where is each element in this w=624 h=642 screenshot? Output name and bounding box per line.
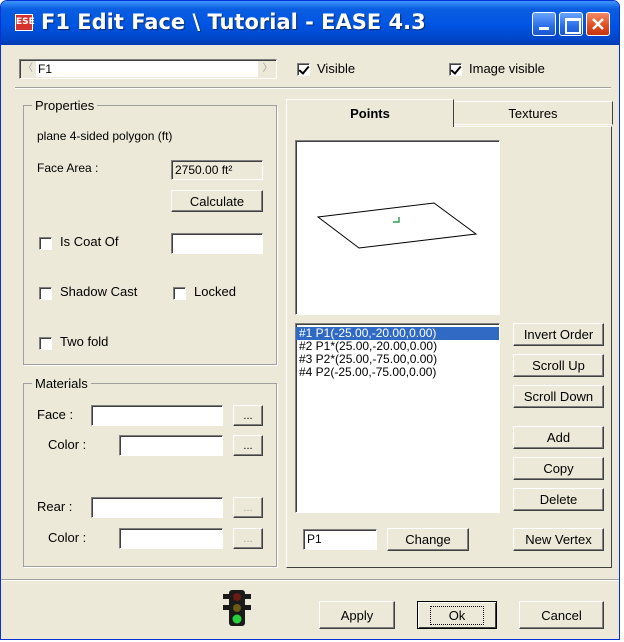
footer-separator bbox=[1, 579, 619, 581]
shadow-cast-checkbox[interactable] bbox=[39, 287, 52, 300]
shadow-cast-label: Shadow Cast bbox=[60, 284, 138, 299]
top-separator bbox=[15, 87, 611, 89]
delete-vertex-button[interactable]: Delete bbox=[513, 488, 604, 511]
rear-color-browse-button[interactable]: ... bbox=[233, 528, 263, 549]
traffic-light-icon bbox=[223, 588, 251, 628]
vertex-list-item[interactable]: #4 P2(-25.00,-75.00,0.00) bbox=[296, 366, 499, 379]
face-material-field[interactable] bbox=[91, 405, 223, 426]
is-coat-of-field[interactable] bbox=[171, 233, 263, 254]
edit-face-window: ESE F1 Edit Face \ Tutorial - EASE 4.3 〈… bbox=[0, 0, 620, 640]
close-icon bbox=[592, 18, 604, 30]
point-name-field[interactable]: P1 bbox=[303, 529, 377, 550]
face-name-field[interactable]: 〈 F1 〉 bbox=[19, 59, 277, 79]
title-bar[interactable]: ESE F1 Edit Face \ Tutorial - EASE 4.3 bbox=[1, 1, 619, 45]
two-fold-checkbox[interactable] bbox=[39, 337, 52, 350]
close-button[interactable] bbox=[586, 12, 610, 36]
calculate-button[interactable]: Calculate bbox=[171, 190, 263, 212]
scroll-up-button[interactable]: Scroll Up bbox=[513, 354, 604, 377]
chevron-right-icon: 〉 bbox=[262, 63, 273, 74]
face-polygon-preview bbox=[316, 202, 478, 249]
face-material-label: Face : bbox=[37, 407, 74, 422]
tab-points-label: Points bbox=[350, 106, 390, 121]
locked-label: Locked bbox=[194, 284, 236, 299]
face-area-field: 2750.00 ft² bbox=[171, 160, 263, 180]
add-vertex-button[interactable]: Add bbox=[513, 426, 604, 449]
tab-textures[interactable]: Textures bbox=[453, 101, 613, 125]
maximize-button[interactable] bbox=[559, 12, 583, 36]
rear-material-field[interactable] bbox=[91, 497, 223, 518]
two-fold-label: Two fold bbox=[60, 334, 109, 349]
visible-checkbox[interactable] bbox=[297, 63, 310, 76]
next-face-button[interactable]: 〉 bbox=[260, 61, 275, 77]
ok-button-label: Ok bbox=[429, 605, 485, 625]
face-area-label: Face Area : bbox=[37, 161, 99, 175]
face-color-label: Color : bbox=[48, 437, 87, 452]
properties-group-label: Properties bbox=[32, 98, 98, 113]
cancel-button[interactable]: Cancel bbox=[519, 601, 604, 629]
minimize-button[interactable] bbox=[532, 12, 556, 36]
chevron-left-icon: 〈 bbox=[23, 63, 33, 74]
new-vertex-button[interactable]: New Vertex bbox=[513, 528, 604, 551]
face-color-browse-button[interactable]: ... bbox=[233, 435, 263, 456]
image-visible-label: Image visible bbox=[469, 61, 545, 76]
face-name-value[interactable]: F1 bbox=[36, 61, 258, 77]
vertex-list[interactable]: #1 P1(-25.00,-20.00,0.00) #2 P1*(25.00,-… bbox=[295, 323, 500, 513]
face-description: plane 4-sided polygon (ft) bbox=[37, 129, 173, 143]
image-visible-checkbox[interactable] bbox=[449, 63, 462, 76]
locked-checkbox[interactable] bbox=[173, 287, 186, 300]
is-coat-of-label: Is Coat Of bbox=[60, 234, 119, 249]
copy-vertex-button[interactable]: Copy bbox=[513, 457, 604, 480]
materials-group-label: Materials bbox=[32, 376, 91, 391]
apply-button[interactable]: Apply bbox=[319, 601, 395, 629]
invert-order-button[interactable]: Invert Order bbox=[513, 323, 604, 346]
rear-color-field[interactable] bbox=[119, 528, 223, 549]
scroll-down-button[interactable]: Scroll Down bbox=[513, 385, 604, 408]
visible-label: Visible bbox=[317, 61, 356, 76]
face-preview-viewport[interactable] bbox=[295, 140, 500, 315]
rear-material-label: Rear : bbox=[37, 499, 73, 514]
tab-points[interactable]: Points bbox=[286, 99, 454, 127]
selected-vertex-marker bbox=[393, 217, 400, 223]
face-color-field[interactable] bbox=[119, 435, 223, 456]
change-point-button[interactable]: Change bbox=[387, 528, 469, 551]
rear-color-label: Color : bbox=[48, 530, 87, 545]
face-material-browse-button[interactable]: ... bbox=[233, 405, 263, 426]
tab-textures-label: Textures bbox=[508, 105, 558, 121]
rear-material-browse-button[interactable]: ... bbox=[233, 497, 263, 518]
ok-button[interactable]: Ok bbox=[417, 601, 497, 629]
ease-app-icon[interactable]: ESE bbox=[15, 14, 35, 31]
previous-face-button[interactable]: 〈 bbox=[21, 61, 35, 77]
is-coat-of-checkbox[interactable] bbox=[39, 237, 52, 250]
window-title: F1 Edit Face \ Tutorial - EASE 4.3 bbox=[41, 10, 426, 34]
